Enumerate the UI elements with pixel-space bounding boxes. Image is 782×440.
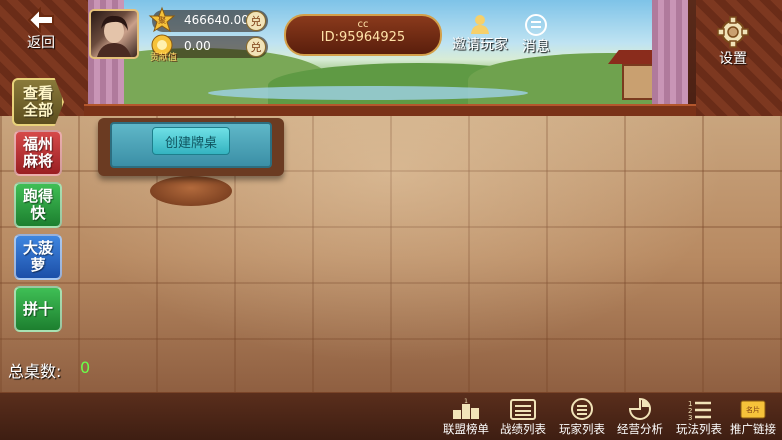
label-line: 查看	[22, 84, 53, 102]
promo-card-icon: 名片	[740, 400, 766, 419]
game-lobby: 返回 聚 466640.00 兑 0.00 兑 贡献值 cc ID:959649…	[0, 0, 782, 440]
total-tables-value: 0	[80, 358, 91, 377]
nav-label: 玩家列表	[559, 422, 605, 436]
category-all[interactable]: 查看 全部	[12, 78, 64, 126]
river	[208, 86, 528, 100]
right-curtain	[652, 0, 688, 108]
gear-icon	[717, 16, 749, 48]
svg-text:1: 1	[464, 398, 468, 405]
label-line: 萝	[30, 256, 46, 274]
category-fuzhou-mahjong[interactable]: 福州 麻将	[14, 130, 62, 176]
back-arrow-icon	[27, 6, 54, 34]
label-line: 麻将	[22, 152, 53, 170]
contribution-value: 0.00	[184, 39, 211, 53]
invite-player-icon	[471, 15, 489, 34]
contribution-exchange-button[interactable]: 兑	[246, 37, 266, 57]
gold-balance: 聚 466640.00 兑	[148, 6, 268, 33]
message-button[interactable]: 消息	[522, 14, 550, 56]
nav-rules-list[interactable]: 1 2 3 玩法列表	[667, 398, 731, 437]
nav-label: 战绩列表	[500, 422, 546, 436]
nav-alliance-ranking[interactable]: 1 联盟榜单	[434, 398, 498, 437]
category-label: 大菠萝	[23, 240, 53, 274]
player-info-plate: cc ID:95964925	[284, 14, 442, 56]
label-line: 跑得	[22, 187, 53, 205]
rules-list-icon: 1 2 3	[688, 400, 711, 420]
category-daboluo[interactable]: 大菠萝	[14, 234, 62, 280]
message-label: 消息	[522, 39, 550, 55]
invite-player-button[interactable]: 邀请玩家	[452, 14, 508, 54]
nav-player-list[interactable]: 玩家列表	[550, 398, 614, 437]
analysis-icon	[628, 398, 651, 420]
podium-icon: 1	[453, 398, 479, 419]
category-label: 福州 麻将	[23, 136, 53, 170]
settings-label: 设置	[719, 51, 747, 67]
message-icon	[525, 14, 547, 36]
player-name: cc	[357, 19, 369, 30]
promo-card-badge: 名片	[746, 405, 760, 414]
player-id: ID:95964925	[320, 30, 406, 45]
category-label: 拼十	[22, 299, 53, 318]
table-pedestal	[150, 176, 232, 206]
back-label: 返回	[27, 35, 55, 51]
nav-label: 推广链接	[730, 422, 776, 436]
total-tables-label: 总桌数:	[8, 362, 62, 381]
gold-exchange-button[interactable]: 兑	[246, 11, 266, 31]
create-table-button[interactable]: 创建牌桌	[152, 127, 230, 155]
contribution-caption: 贡献值	[150, 53, 178, 63]
player-list-icon	[571, 398, 593, 420]
nav-record-list[interactable]: 战绩列表	[491, 398, 555, 437]
category-pinshi[interactable]: 拼十	[14, 286, 62, 332]
category-all-label: 查看 全部	[23, 85, 53, 119]
svg-text:3: 3	[688, 414, 692, 420]
category-paodekuai[interactable]: 跑得快	[14, 182, 62, 228]
label-line: 福州	[22, 135, 53, 153]
window-sill	[84, 104, 696, 116]
label-line: 快	[30, 204, 46, 222]
avatar-portrait-icon	[97, 15, 131, 57]
nav-promo-link[interactable]: 名片 推广链接	[724, 398, 782, 437]
gold-value: 466640.00	[184, 13, 249, 27]
invite-player-label: 邀请玩家	[452, 37, 508, 53]
nav-label: 联盟榜单	[443, 422, 489, 436]
settings-button[interactable]: 设置	[716, 16, 750, 68]
back-button[interactable]: 返回	[10, 6, 72, 58]
nav-business-analysis[interactable]: 经营分析	[608, 398, 672, 437]
nav-label: 玩法列表	[676, 422, 722, 436]
nav-label: 经营分析	[617, 422, 663, 436]
category-label: 跑得快	[23, 188, 53, 222]
label-line: 大菠	[22, 239, 53, 257]
label-line: 全部	[22, 101, 53, 119]
gold-ingot-icon: 聚	[148, 6, 176, 33]
record-list-icon	[510, 399, 536, 420]
gold-badge: 聚	[158, 16, 166, 25]
avatar[interactable]	[89, 9, 139, 59]
